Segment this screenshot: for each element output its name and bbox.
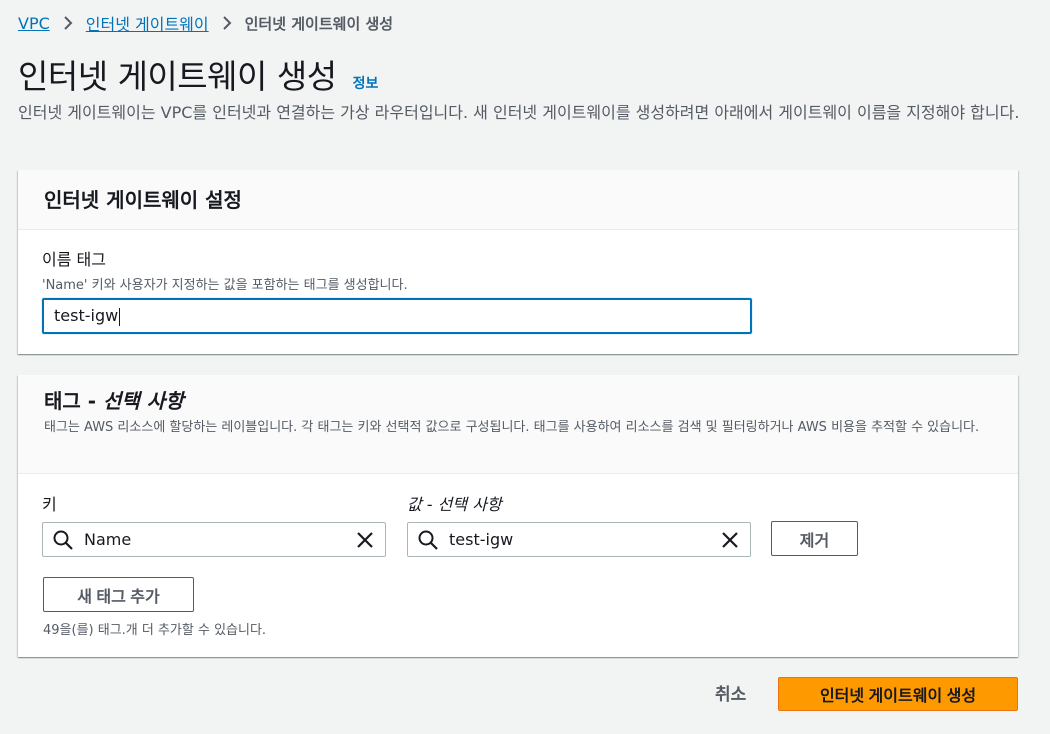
name-tag-input[interactable]: test-igw <box>42 298 752 334</box>
text-cursor <box>119 307 121 326</box>
panel-title: 인터넷 게이트웨이 설정 <box>44 188 242 212</box>
search-icon <box>51 528 75 552</box>
clear-icon[interactable] <box>718 528 742 552</box>
tags-panel: 태그 - 선택 사항 태그는 AWS 리소스에 할당하는 레이블입니다. 각 태… <box>18 375 1018 657</box>
panel-header: 태그 - 선택 사항 태그는 AWS 리소스에 할당하는 레이블입니다. 각 태… <box>18 375 1018 474</box>
add-tag-button[interactable]: 새 태그 추가 <box>43 577 194 612</box>
gateway-settings-panel: 인터넷 게이트웨이 설정 이름 태그 'Name' 키와 사용자가 지정하는 값… <box>18 170 1018 354</box>
tag-value-label: 값 - 선택 사항 <box>407 495 502 514</box>
tag-key-value: Name <box>84 530 132 549</box>
panel-header: 인터넷 게이트웨이 설정 <box>18 170 1018 230</box>
clear-icon[interactable] <box>353 528 377 552</box>
panel-description: 태그는 AWS 리소스에 할당하는 레이블입니다. 각 태그는 키와 선택적 값… <box>44 420 980 435</box>
tag-key-input[interactable]: Name <box>42 522 386 557</box>
chevron-right-icon <box>62 16 74 30</box>
tag-value-input[interactable]: test-igw <box>407 522 751 557</box>
panel-title: 태그 - 선택 사항 <box>44 385 992 414</box>
chevron-right-icon <box>221 16 233 30</box>
breadcrumb: VPC 인터넷 게이트웨이 인터넷 게이트웨이 생성 <box>18 11 393 35</box>
tags-remaining-hint: 49을(를) 태그.개 더 추가할 수 있습니다. <box>43 623 267 638</box>
panel-title-main: 태그 - <box>44 389 104 413</box>
panel-title-optional: 선택 사항 <box>103 389 184 413</box>
page-description: 인터넷 게이트웨이는 VPC를 인터넷과 연결하는 가상 라우터입니다. 새 인… <box>18 103 1020 122</box>
name-tag-hint: 'Name' 키와 사용자가 지정하는 값을 포함하는 태그를 생성합니다. <box>42 278 408 293</box>
breadcrumb-link-internet-gateways[interactable]: 인터넷 게이트웨이 <box>86 11 209 35</box>
create-internet-gateway-button[interactable]: 인터넷 게이트웨이 생성 <box>778 677 1018 711</box>
tag-key-label: 키 <box>42 495 57 514</box>
info-link[interactable]: 정보 <box>353 73 379 93</box>
cancel-button[interactable]: 취소 <box>715 680 746 705</box>
page-header: 인터넷 게이트웨이 생성 정보 <box>18 50 378 98</box>
tag-value-value: test-igw <box>449 530 514 549</box>
remove-tag-button[interactable]: 제거 <box>771 521 858 556</box>
breadcrumb-current: 인터넷 게이트웨이 생성 <box>244 14 394 33</box>
breadcrumb-link-vpc[interactable]: VPC <box>18 14 50 33</box>
search-icon <box>416 528 440 552</box>
name-tag-input-value: test-igw <box>54 306 119 325</box>
name-tag-label: 이름 태그 <box>42 250 106 269</box>
page-title: 인터넷 게이트웨이 생성 <box>18 57 337 96</box>
